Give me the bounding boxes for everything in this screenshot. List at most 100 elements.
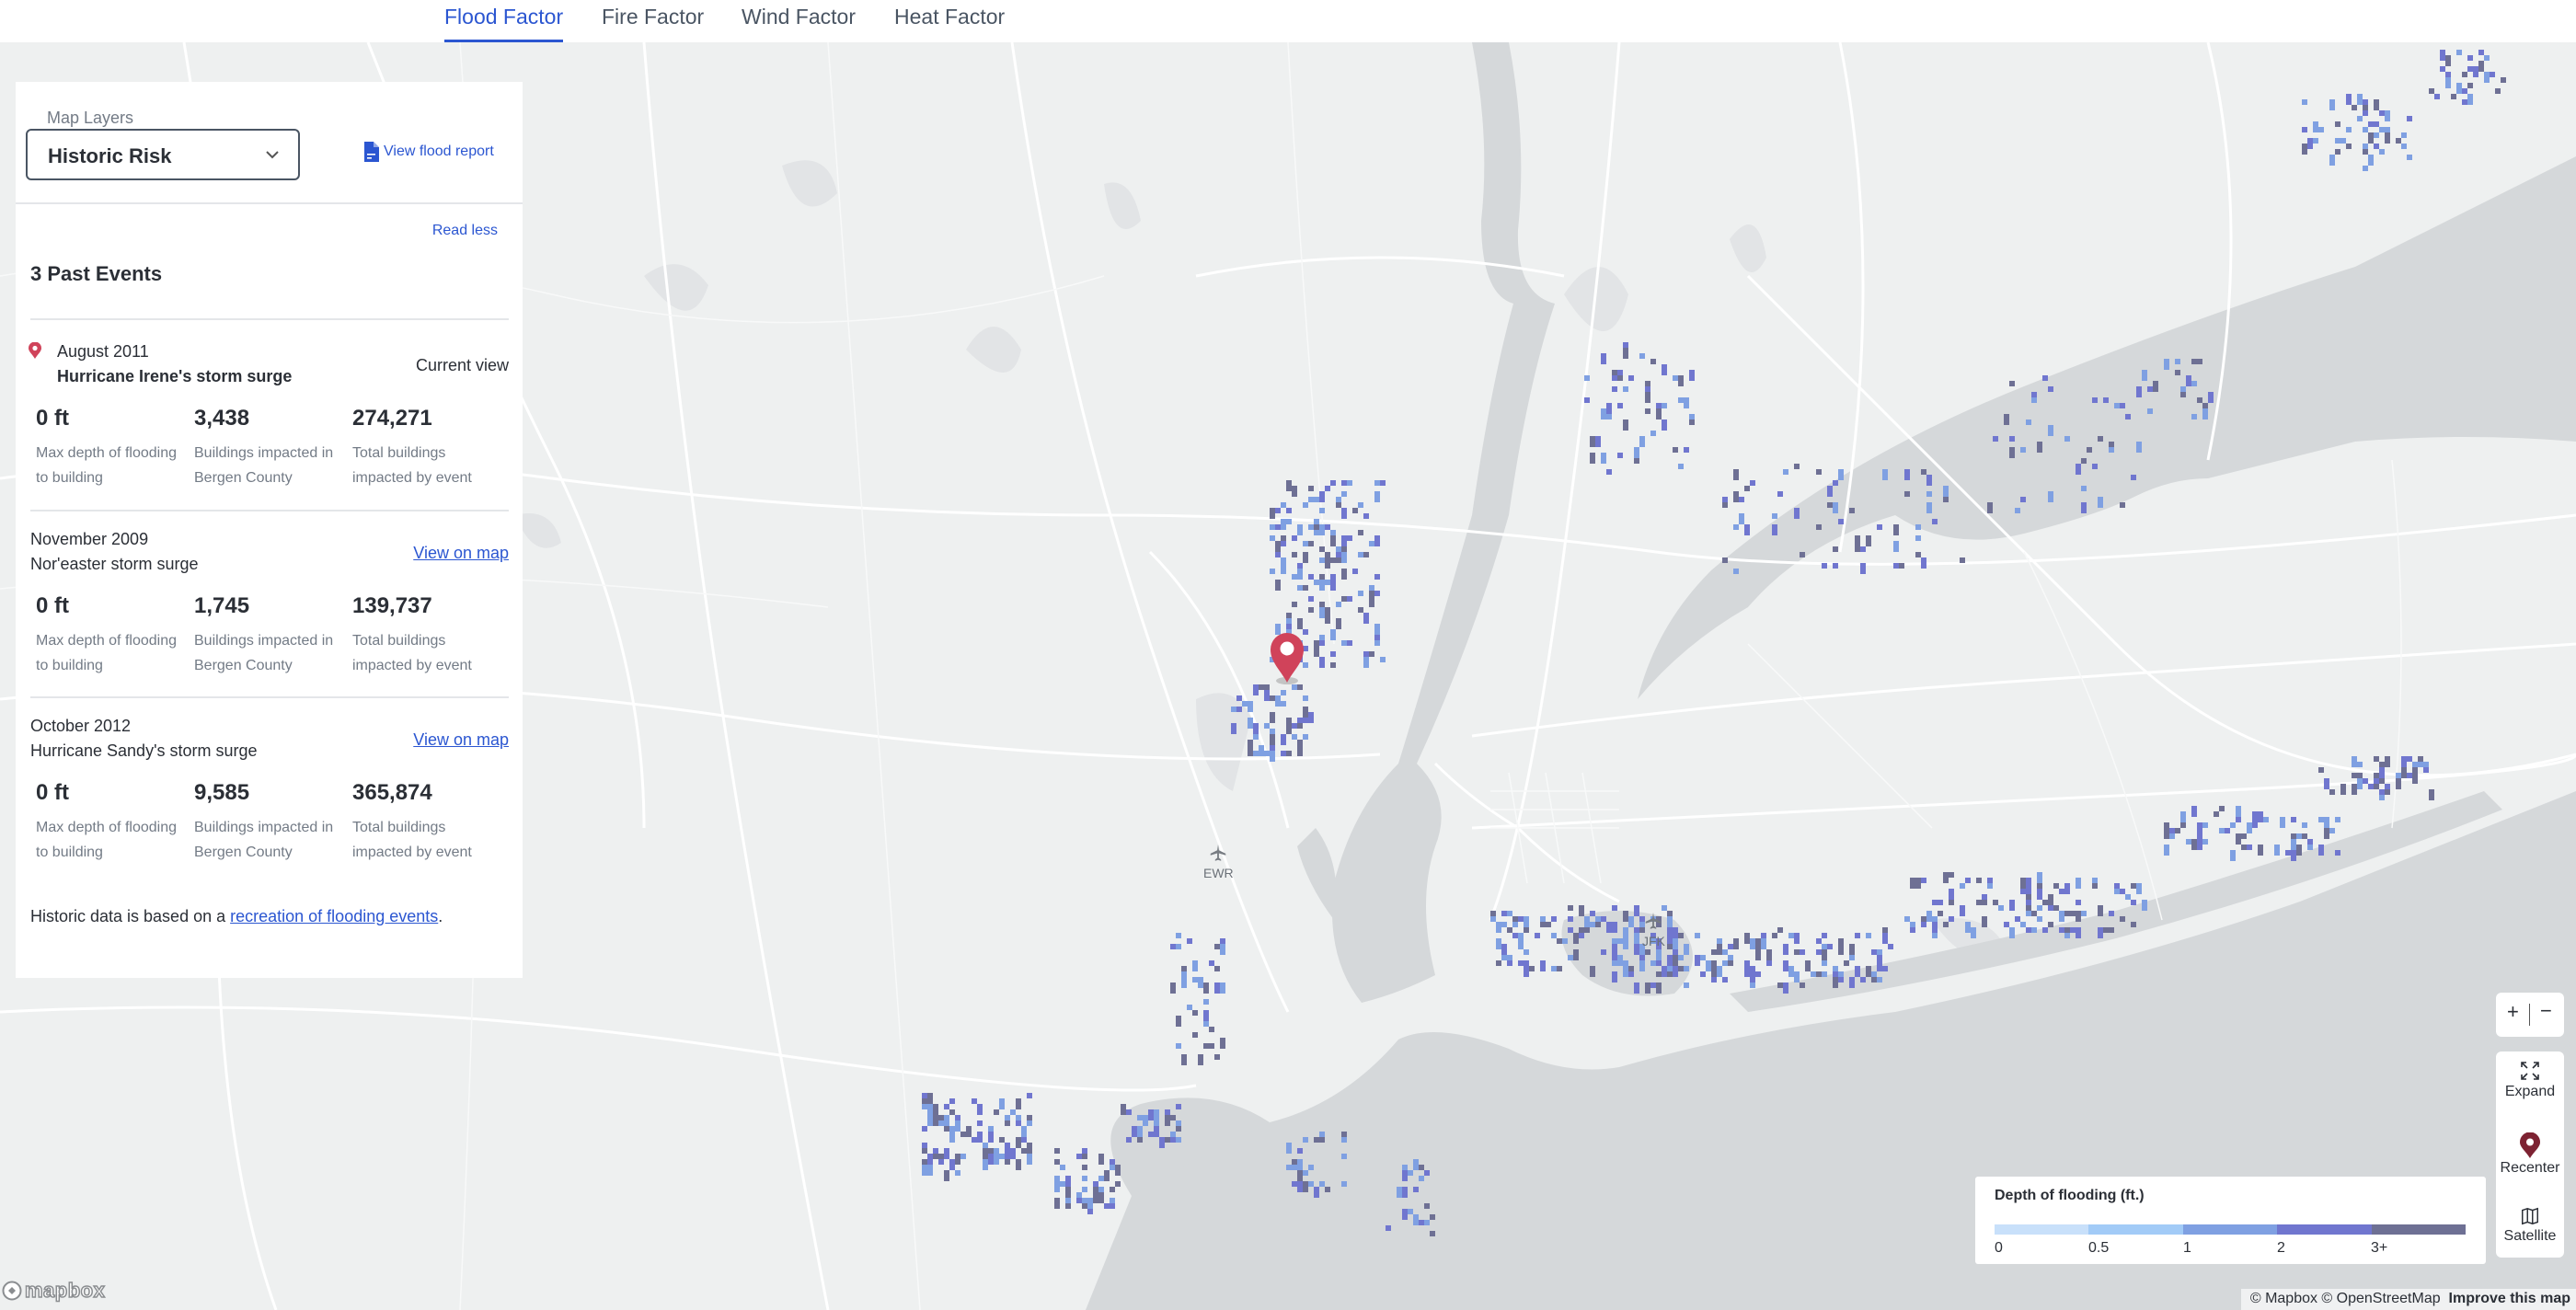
flood-cell [1016, 1098, 1021, 1109]
flood-cell [1524, 966, 1529, 977]
flood-cell [2031, 927, 2037, 933]
flood-cell [1319, 657, 1325, 668]
zoom-out-button[interactable]: − [2540, 999, 2552, 1023]
stat-value: 365,874 [352, 780, 432, 805]
flood-cell [1369, 602, 1374, 607]
flood-cell [1634, 447, 1639, 458]
flood-cell [1838, 475, 1844, 480]
expand-button[interactable]: Expand [2496, 1060, 2564, 1100]
historic-events-panel: Map Layers Historic Risk View flood repo… [16, 82, 523, 978]
flood-cell [1750, 971, 1755, 977]
flood-cell [1645, 386, 1650, 392]
flood-cell [1606, 414, 1612, 419]
attribution-text[interactable]: © Mapbox © OpenStreetMap [2250, 1291, 2441, 1306]
flood-cell [1507, 960, 1512, 966]
flood-cell [1341, 640, 1347, 646]
flood-cell [1330, 557, 1336, 563]
flood-cell [2153, 381, 2158, 392]
flood-cell [2401, 756, 2407, 762]
flood-cell [1501, 911, 1507, 916]
improve-map-link[interactable]: Improve this map [2449, 1291, 2570, 1306]
flood-cell [1921, 469, 1926, 475]
flood-cell [1838, 938, 1844, 949]
flood-cell [1573, 933, 1579, 944]
flood-cell [1275, 524, 1281, 530]
flood-cell [1750, 966, 1755, 971]
recreation-of-flooding-events-link[interactable]: recreation of flooding events [230, 907, 438, 925]
flood-cell [960, 1132, 966, 1137]
flood-cell [1402, 1165, 1408, 1170]
flood-cell [1314, 640, 1319, 651]
flood-cell [1054, 1148, 1060, 1154]
flood-cell [2031, 397, 2037, 403]
view-on-map-link[interactable]: View on map [413, 544, 509, 563]
flood-cell [2197, 845, 2202, 850]
flood-cell [1877, 949, 1882, 955]
flood-cell [2026, 889, 2031, 894]
flood-cell [1341, 1154, 1347, 1159]
flood-cell [1292, 602, 1297, 607]
recenter-button[interactable]: Recenter [2496, 1132, 2564, 1177]
flood-cell [2363, 99, 2368, 105]
flood-cell [1303, 707, 1308, 718]
flood-cell [1314, 519, 1319, 524]
flood-cell [1104, 1170, 1110, 1181]
flood-cell [1220, 982, 1225, 994]
flood-cell [2368, 155, 2374, 166]
flood-cell [1678, 397, 1684, 403]
flood-cell [1297, 1159, 1303, 1170]
flood-cell [1739, 497, 1744, 502]
flood-cell [1816, 469, 1822, 475]
tab-wind-factor[interactable]: Wind Factor [742, 0, 856, 42]
flood-cell [1297, 618, 1303, 629]
flood-cell [1281, 502, 1286, 508]
flood-cell [1612, 905, 1617, 911]
view-flood-report-link[interactable]: View flood report [363, 141, 494, 163]
flood-cell [2374, 144, 2379, 149]
tab-heat-factor[interactable]: Heat Factor [894, 0, 1005, 42]
flood-cell [1590, 922, 1595, 927]
stat-label: Total buildings impacted by event [352, 633, 472, 673]
flood-cell [1667, 916, 1673, 922]
flood-cell [2374, 773, 2379, 778]
flood-cell [2440, 66, 2445, 72]
flood-cell [1214, 944, 1220, 949]
flood-cell [2412, 762, 2418, 767]
flood-cell [2164, 833, 2169, 839]
flood-cell [1722, 977, 1728, 982]
flood-cell [1700, 955, 1706, 960]
satellite-button[interactable]: Satellite [2496, 1206, 2564, 1245]
view-on-map-link[interactable]: View on map [413, 730, 509, 750]
flood-cell [1231, 723, 1236, 734]
flood-cell [2098, 905, 2103, 916]
flood-cell [944, 1115, 949, 1126]
flood-cell [1176, 1137, 1181, 1143]
flood-cell [1242, 701, 1248, 707]
flood-cell [1744, 933, 1750, 944]
zoom-in-button[interactable]: + [2507, 1000, 2519, 1024]
flood-cell [1297, 1148, 1303, 1154]
flood-cell [1319, 524, 1325, 535]
flood-cell [1374, 591, 1380, 596]
flood-cell [2374, 132, 2379, 138]
tab-flood-factor[interactable]: Flood Factor [444, 0, 564, 42]
flood-cell [2385, 138, 2390, 144]
flood-cell [1623, 386, 1628, 392]
flood-cell [1783, 944, 1788, 955]
map-layers-select[interactable]: Historic Risk [26, 129, 300, 180]
flood-cell [1849, 955, 1855, 960]
total-buildings-stat: 274,271 Total buildings impacted by event [352, 406, 500, 490]
flood-cell [1347, 596, 1352, 602]
flood-cell [2191, 806, 2197, 817]
flood-cell [1187, 1005, 1192, 1010]
mapbox-logo[interactable]: mapbox [2, 1278, 106, 1303]
flood-cell [1005, 1115, 1010, 1120]
flood-cell [2379, 762, 2385, 767]
tab-fire-factor[interactable]: Fire Factor [602, 0, 704, 42]
read-less-link[interactable]: Read less [432, 223, 498, 239]
flood-cell [2092, 464, 2098, 469]
flood-cell [2048, 491, 2053, 502]
flood-cell [2401, 767, 2407, 778]
flood-cell [1319, 1181, 1325, 1187]
flood-cell [1082, 1176, 1087, 1181]
